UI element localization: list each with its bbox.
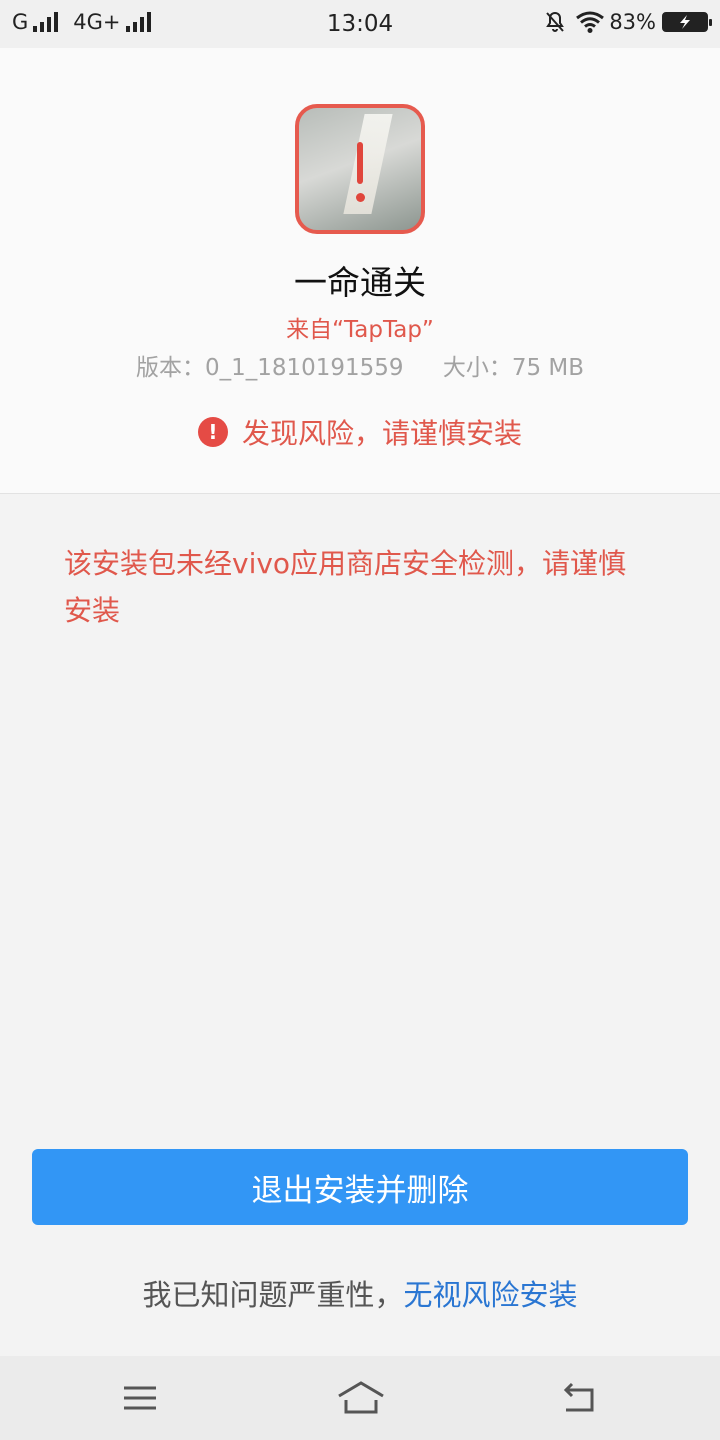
wifi-icon [576, 11, 605, 33]
navigation-bar [0, 1356, 720, 1440]
mute-bell-icon [546, 11, 565, 32]
warning-message: 该安装包未经vivo应用商店安全检测，请谨慎安装 [64, 547, 627, 627]
ignore-risk-prefix: 我已知问题严重性， [142, 1278, 404, 1312]
battery-percent: 83% [609, 10, 656, 34]
risk-label: 发现风险，请谨慎安装 [241, 417, 522, 450]
status-bar: G 4G+ 13:04 83% [0, 0, 720, 48]
warning-icon: ! [197, 417, 228, 447]
ignore-risk-install-link[interactable]: 无视风险安装 [404, 1278, 578, 1312]
status-icons: 83% [543, 10, 712, 34]
app-info-card: 一命通关 来自“TapTap” 版本：0_1_1810191559 大小：75 … [0, 48, 720, 494]
app-size: 大小：75 MB [442, 355, 585, 381]
ignore-risk-row: 我已知问题严重性，无视风险安装 [0, 1272, 720, 1314]
app-meta: 版本：0_1_1810191559 大小：75 MB [0, 348, 720, 382]
app-icon [295, 104, 425, 234]
app-name: 一命通关 [294, 263, 426, 302]
app-version: 版本：0_1_1810191559 [135, 355, 404, 381]
battery-icon [662, 12, 712, 32]
risk-alert: ! 发现风险，请谨慎安装 [0, 412, 720, 452]
home-icon[interactable] [336, 1378, 386, 1418]
back-icon[interactable] [556, 1378, 600, 1418]
app-source: 来自“TapTap” [286, 317, 434, 343]
menu-icon[interactable] [118, 1378, 162, 1418]
exit-and-delete-button[interactable]: 退出安装并删除 [32, 1149, 688, 1225]
